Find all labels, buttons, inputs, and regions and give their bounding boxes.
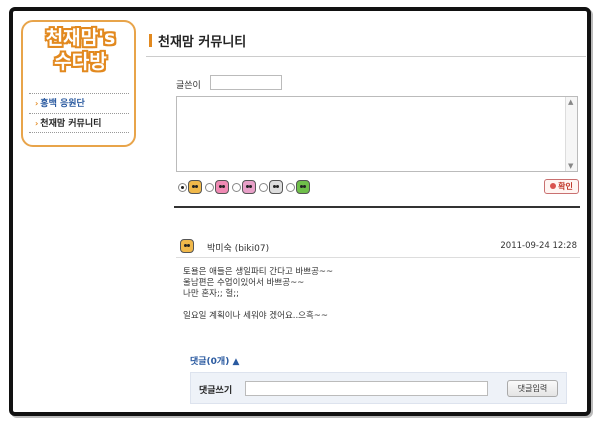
sidebar-item-label: 홍백 응원단: [40, 99, 85, 109]
reply-box: 댓글쓰기 댓글입력: [190, 372, 567, 404]
reply-toggle[interactable]: 댓글(0개) ▲: [190, 354, 239, 367]
sidebar-item-label: 천재맘 커뮤니티: [40, 119, 102, 129]
post-line: 토욜은 애들은 생일파티 간다고 바쁘공~~: [183, 267, 334, 277]
reply-submit-button[interactable]: 댓글입력: [507, 380, 558, 397]
content-textarea[interactable]: ▲ ▼: [176, 96, 578, 172]
confirm-button[interactable]: 확인: [544, 179, 579, 194]
emoticon-radio[interactable]: [178, 182, 187, 192]
window-frame: 천재맘's 수다방 › 홍백 응원단 › 천재맘 커뮤니티 천재맘 커뮤니티 글쓴이…: [9, 7, 591, 416]
pig-emoticon-icon: [215, 180, 229, 194]
emoticon-option-bear[interactable]: [178, 180, 202, 194]
emoticon-radio[interactable]: [259, 182, 268, 192]
emoticon-option-frog[interactable]: [286, 180, 310, 194]
post-line: [183, 300, 563, 311]
page-title: 천재맘 커뮤니티: [158, 35, 247, 50]
author-input[interactable]: [210, 75, 282, 90]
frog-emoticon-icon: [296, 180, 310, 194]
confirm-dot-icon: [550, 183, 557, 189]
emoticon-option-pig[interactable]: [205, 180, 229, 194]
post-header: 박미숙 (biki07) 2011-09-24 12:28: [176, 236, 580, 258]
emoticon-radio[interactable]: [286, 182, 295, 192]
bunny-emoticon-icon: [242, 180, 256, 194]
chevron-right-icon: ›: [35, 99, 39, 108]
reply-input[interactable]: [245, 381, 488, 396]
emoticon-selector: [178, 178, 313, 196]
scroll-down-icon[interactable]: ▼: [568, 162, 573, 170]
bear-emoticon-icon: [180, 239, 194, 253]
sidebar-nav: › 홍백 응원단 › 천재맘 커뮤니티: [29, 93, 129, 133]
page-title-row: 천재맘 커뮤니티: [146, 29, 586, 57]
chevron-right-icon: ›: [35, 119, 39, 128]
sidebar-item-cheer-team[interactable]: › 홍백 응원단: [29, 93, 129, 113]
textarea-scrollbar[interactable]: ▲ ▼: [565, 97, 577, 171]
site-logo[interactable]: 천재맘's 수다방: [33, 26, 128, 80]
post-line: 울남편은 수업이있어서 바쁘공~~: [183, 278, 305, 288]
section-divider: [174, 206, 580, 208]
sidebar-item-community[interactable]: › 천재맘 커뮤니티: [29, 113, 129, 133]
post-author: 박미숙 (biki07): [207, 244, 270, 254]
sidebar: 천재맘's 수다방 › 홍백 응원단 › 천재맘 커뮤니티: [21, 20, 136, 147]
scroll-up-icon[interactable]: ▲: [568, 98, 573, 106]
emoticon-option-panda[interactable]: [259, 180, 283, 194]
main-content: 천재맘 커뮤니티 글쓴이 ▲ ▼ 확인 박미숙 (biki07) 2011-09…: [146, 11, 587, 412]
confirm-label: 확인: [558, 182, 573, 191]
post-date: 2011-09-24 12:28: [500, 241, 577, 251]
reply-label: 댓글쓰기: [199, 386, 233, 396]
title-accent-bar: [149, 34, 152, 47]
panda-emoticon-icon: [269, 180, 283, 194]
post-line: 일요일 계획이나 세워야 겠어요..으흑~~: [183, 311, 329, 321]
logo-line-2: 수다방: [54, 51, 107, 73]
post-line: 나만 혼자;; 헐;;: [183, 289, 239, 299]
author-label: 글쓴이: [176, 81, 201, 91]
bear-emoticon-icon: [188, 180, 202, 194]
emoticon-radio[interactable]: [205, 182, 214, 192]
post-body: 토욜은 애들은 생일파티 간다고 바쁘공~~ 울남편은 수업이있어서 바쁘공~~…: [183, 267, 563, 322]
emoticon-option-bunny[interactable]: [232, 180, 256, 194]
emoticon-radio[interactable]: [232, 182, 241, 192]
logo-line-1: 천재맘's: [45, 27, 116, 49]
